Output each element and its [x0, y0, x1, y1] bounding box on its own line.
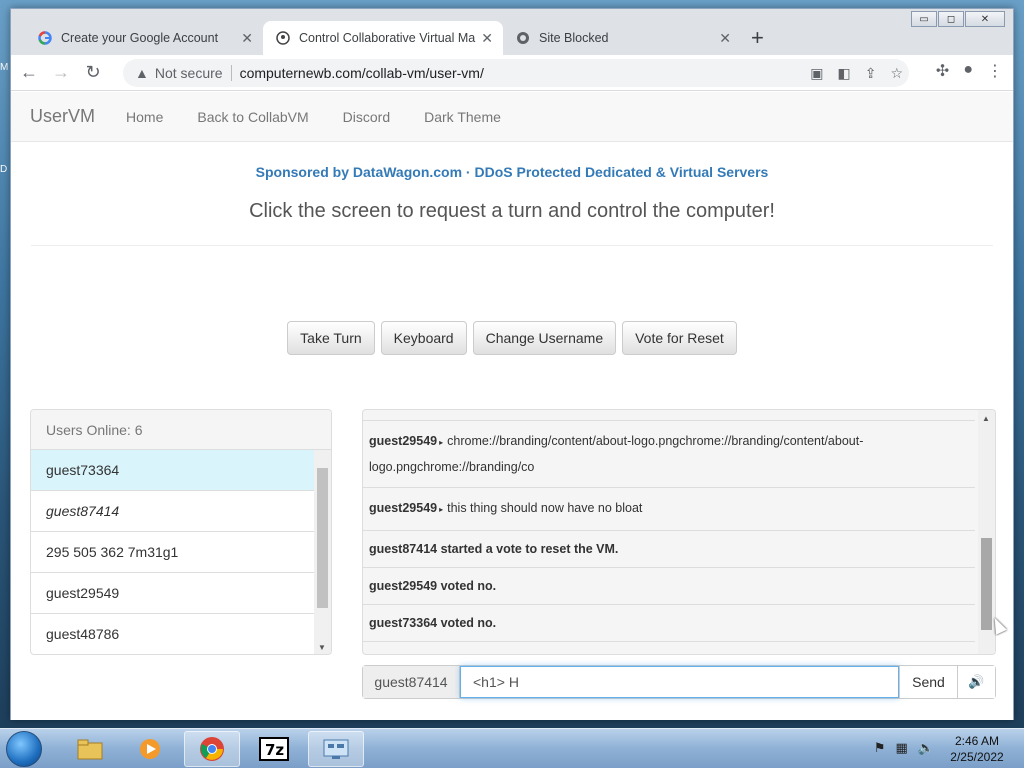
explorer-icon[interactable] [62, 731, 118, 767]
chrome-icon[interactable] [184, 731, 240, 767]
list-item[interactable]: guest73364 [31, 450, 314, 491]
clock-time: 2:46 AM [954, 734, 1000, 748]
arrow-icon: ▸ [439, 438, 444, 447]
blocked-content-icon[interactable]: ◧ [837, 65, 850, 82]
tab-site-blocked[interactable]: Site Blocked ✕ [503, 21, 741, 55]
tab-strip: Create your Google Account ✕ Control Col… [11, 9, 1013, 55]
media-player-icon[interactable] [122, 731, 178, 767]
user-list: guest73364 guest87414 295 505 362 7m31g1… [31, 450, 331, 654]
divider [31, 245, 993, 246]
start-button[interactable] [6, 731, 42, 767]
tab-title: Control Collaborative Virtual Ma [299, 31, 476, 45]
action-center-icon[interactable]: ⚑ [874, 740, 886, 756]
users-online-panel: Users Online: 6 guest73364 guest87414 29… [30, 409, 332, 655]
minimize-button[interactable]: ▭ [911, 11, 937, 27]
extensions-icon[interactable]: ✣ [936, 61, 949, 81]
window-controls: ▭ ◻ ✕ [910, 11, 1005, 27]
profile-avatar-icon[interactable]: ● [963, 61, 973, 81]
chat-message: guest29549 ▸ this thing should now have no… [363, 487, 975, 530]
chat-system-message: guest73364 voted no. [363, 604, 975, 641]
close-icon[interactable]: ✕ [481, 30, 493, 47]
taskbar: 7z ⚑ ▦ 🔈 2:46 AM 2/25/2022 [0, 728, 1024, 768]
chevron-up-icon[interactable]: ▲ [982, 414, 990, 423]
list-item[interactable]: 295 505 362 7m31g1 [31, 532, 314, 573]
request-turn-heading: Click the screen to request a turn and c… [249, 200, 775, 222]
sponsor-link[interactable]: Sponsored by DataWagon.com · DDoS Protec… [11, 164, 1013, 180]
globe-icon [515, 30, 531, 46]
restore-button[interactable]: ◻ [938, 11, 964, 27]
blocked-popup-icon[interactable]: ▣ [810, 65, 823, 82]
address-bar[interactable]: ▲ Not secure computernewb.com/collab-vm/… [123, 59, 909, 87]
share-icon[interactable]: ⇪ [865, 65, 877, 82]
clock-date: 2/25/2022 [950, 750, 1004, 764]
warning-icon: ▲ [135, 65, 149, 81]
browser-toolbar: ← → ↻ ▲ Not secure computernewb.com/coll… [11, 55, 1013, 91]
list-item[interactable]: guest29549 [31, 573, 314, 614]
tab-google-account[interactable]: Create your Google Account ✕ [25, 21, 263, 55]
vm-button-row: Take Turn Keyboard Change Username Vote … [11, 321, 1013, 355]
tab-collabvm[interactable]: Control Collaborative Virtual Ma ✕ [263, 21, 503, 55]
page-content: UserVM Home Back to CollabVM Discord Dar… [11, 92, 1013, 720]
chat-text: chrome://branding/content/about-logo.png… [369, 434, 864, 474]
send-button[interactable]: Send [899, 666, 957, 698]
chat-system-message: guest29549 voted no. [363, 567, 975, 604]
new-tab-button[interactable]: + [751, 25, 764, 51]
google-icon [37, 30, 53, 46]
vote-reset-button[interactable]: Vote for Reset [622, 321, 737, 355]
take-turn-button[interactable]: Take Turn [287, 321, 375, 355]
security-label: Not secure [154, 65, 223, 81]
7zip-icon[interactable]: 7z [246, 731, 302, 767]
nav-discord[interactable]: Discord [343, 109, 390, 125]
desktop-edge-label: M [0, 62, 9, 73]
nav-home[interactable]: Home [126, 109, 163, 125]
chat-username-addon: guest87414 [363, 666, 460, 698]
list-item[interactable]: guest87414 [31, 491, 314, 532]
nav-back-to-collabvm[interactable]: Back to CollabVM [197, 109, 308, 125]
chat-message: guest29549 ▸ chrome://branding/content/abo… [363, 420, 975, 487]
divider [230, 65, 232, 81]
volume-icon[interactable]: 🔊 [957, 666, 995, 698]
arrow-icon: ▸ [439, 505, 444, 514]
desktop-edge-label: D [0, 164, 8, 175]
close-icon[interactable]: ✕ [241, 30, 253, 47]
scrollbar-thumb[interactable] [981, 538, 992, 630]
back-button[interactable]: ← [15, 59, 43, 87]
chat-username: guest29549 [369, 434, 438, 448]
tab-title: Site Blocked [539, 31, 609, 45]
url-text: computernewb.com/collab-vm/user-vm/ [239, 65, 484, 81]
chat-system-message: guest87414 started a vote to reset the V… [363, 530, 975, 567]
site-navbar: UserVM Home Back to CollabVM Discord Dar… [11, 92, 1013, 142]
nav-dark-theme[interactable]: Dark Theme [424, 109, 501, 125]
bookmark-star-icon[interactable]: ☆ [890, 65, 903, 82]
close-window-button[interactable]: ✕ [965, 11, 1005, 27]
scrollbar-thumb[interactable] [317, 468, 328, 608]
clock[interactable]: 2:46 AM 2/25/2022 [942, 733, 1012, 765]
system-tray: ⚑ ▦ 🔈 [874, 740, 934, 756]
chat-text: this thing should now have no bloat [447, 501, 643, 515]
control-panel-icon[interactable] [308, 731, 364, 767]
list-item[interactable]: guest48786 [31, 614, 314, 654]
menu-kebab-icon[interactable]: ⋮ [987, 61, 1003, 81]
chat-input[interactable]: <h1> H [460, 666, 899, 698]
chat-system-message: The vote to reset the VM has lost. [363, 641, 975, 654]
svg-text:7z: 7z [265, 741, 284, 759]
chat-input-group: guest87414 <h1> H Send 🔊 [362, 665, 996, 699]
chevron-down-icon[interactable]: ▼ [318, 643, 326, 652]
user-list-scrollbar[interactable]: ▼ [314, 450, 331, 654]
forward-button[interactable]: → [47, 59, 75, 87]
chat-panel: guest29549 ▸ chrome://branding/content/abo… [362, 409, 996, 655]
users-online-header: Users Online: 6 [31, 410, 331, 450]
chat-username: guest29549 [369, 501, 438, 515]
volume-icon[interactable]: 🔈 [918, 740, 934, 756]
browser-window: Create your Google Account ✕ Control Col… [10, 8, 1014, 720]
close-icon[interactable]: ✕ [719, 30, 731, 47]
reload-button[interactable]: ↻ [79, 59, 107, 87]
collabvm-icon [275, 30, 291, 46]
brand-link[interactable]: UserVM [30, 106, 95, 127]
network-icon[interactable]: ▦ [896, 740, 908, 756]
tab-title: Create your Google Account [61, 31, 219, 45]
change-username-button[interactable]: Change Username [472, 321, 617, 355]
keyboard-button[interactable]: Keyboard [380, 321, 467, 355]
